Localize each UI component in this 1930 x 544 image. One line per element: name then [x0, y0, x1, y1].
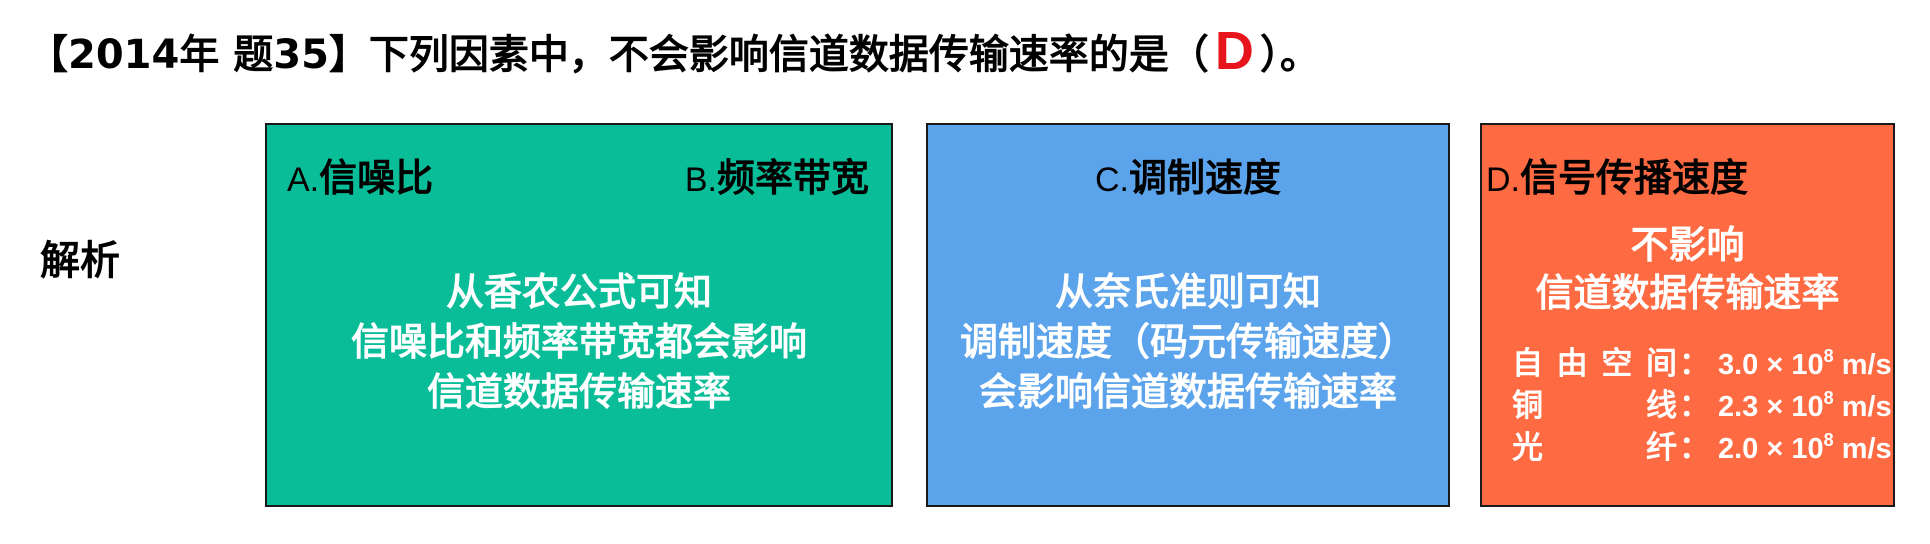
speed-row-fiber: 光 纤 ： 2.0 × 108 m/s [1512, 422, 1892, 467]
speed-colon: ： [1679, 346, 1710, 382]
speed-unit: m/s [1833, 391, 1892, 423]
medium-char: 自 [1512, 346, 1543, 382]
option-d-panel: D.信号传播速度 不影响 信道数据传输速率 自 由 空 间 ： 3.0 × 10… [1480, 123, 1895, 507]
speed-medium-label: 铜 线 [1512, 380, 1677, 425]
speed-medium-label: 自 由 空 间 [1512, 338, 1677, 383]
speed-exponent: 8 [1823, 430, 1834, 450]
option-c-text: 调制速度 [1128, 156, 1281, 200]
option-b-letter: B. [684, 161, 717, 199]
ab-explanation: 从香农公式可知 信噪比和频率带宽都会影响 信道数据传输速率 [267, 267, 891, 417]
ab-explanation-line: 信道数据传输速率 [426, 370, 731, 414]
medium-char: 空 [1601, 346, 1633, 382]
option-ab-panel: A.信噪比 B.频率带宽 从香农公式可知 信噪比和频率带宽都会影响 信道数据传输… [265, 123, 893, 507]
option-d: D.信号传播速度 [1486, 147, 1748, 202]
speed-row-free-space: 自 由 空 间 ： 3.0 × 108 m/s [1512, 338, 1892, 383]
option-c-letter: C. [1094, 161, 1129, 199]
speed-exponent: 8 [1823, 346, 1834, 366]
speed-colon: ： [1679, 430, 1710, 466]
medium-char: 间 [1645, 346, 1677, 382]
option-c: C.调制速度 [928, 147, 1448, 202]
speed-mantissa: 3.0 × 10 [1718, 349, 1824, 381]
option-c-panel: C.调制速度 从奈氏准则可知 调制速度（码元传输速度） 会影响信道数据传输速率 [926, 123, 1450, 507]
c-explanation-line: 从奈氏准则可知 [1054, 270, 1321, 314]
answer-letter: D [1214, 21, 1254, 81]
d-explanation: 不影响 信道数据传输速率 [1482, 221, 1893, 317]
speed-value: 2.3 × 108 m/s [1718, 388, 1892, 424]
question-prefix: 【2014年 题35】下列因素中，不会影响信道数据传输速率的是（ [28, 32, 1209, 78]
speed-value: 3.0 × 108 m/s [1718, 346, 1892, 382]
c-explanation: 从奈氏准则可知 调制速度（码元传输速度） 会影响信道数据传输速率 [928, 267, 1448, 417]
speed-medium-label: 光 纤 [1512, 422, 1677, 467]
option-b-text: 频率带宽 [716, 156, 869, 200]
option-a: A.信噪比 [287, 147, 433, 202]
speed-mantissa: 2.3 × 10 [1718, 391, 1824, 423]
option-a-letter: A. [287, 161, 320, 199]
medium-char: 由 [1556, 346, 1588, 382]
speed-unit: m/s [1833, 349, 1892, 381]
c-explanation-line: 调制速度（码元传输速度） [959, 320, 1416, 364]
analysis-label: 解析 [40, 238, 120, 284]
speed-colon: ： [1679, 388, 1710, 424]
question-title: 【2014年 题35】下列因素中，不会影响信道数据传输速率的是（ D ）。 [28, 22, 1320, 80]
speed-exponent: 8 [1823, 388, 1834, 408]
question-suffix: ）。 [1259, 32, 1320, 78]
d-explanation-line: 信道数据传输速率 [1535, 271, 1840, 315]
ab-explanation-line: 信噪比和频率带宽都会影响 [350, 320, 807, 364]
option-d-letter: D. [1486, 161, 1520, 199]
c-explanation-line: 会影响信道数据传输速率 [978, 370, 1397, 414]
medium-char: 铜 [1512, 388, 1543, 424]
d-explanation-line: 不影响 [1630, 223, 1745, 267]
medium-char: 光 [1512, 430, 1543, 466]
ab-explanation-line: 从香农公式可知 [445, 270, 712, 314]
medium-char: 线 [1646, 388, 1677, 424]
medium-char: 纤 [1646, 430, 1677, 466]
option-a-text: 信噪比 [319, 156, 434, 200]
speed-row-copper: 铜 线 ： 2.3 × 108 m/s [1512, 380, 1892, 425]
option-b: B.频率带宽 [685, 147, 869, 202]
speed-value: 2.0 × 108 m/s [1718, 430, 1892, 466]
speed-unit: m/s [1833, 433, 1892, 465]
propagation-speed-list: 自 由 空 间 ： 3.0 × 108 m/s 铜 线 ： 2.3 × 108 … [1512, 338, 1892, 467]
option-d-text: 信号传播速度 [1520, 156, 1749, 200]
speed-mantissa: 2.0 × 10 [1718, 433, 1824, 465]
